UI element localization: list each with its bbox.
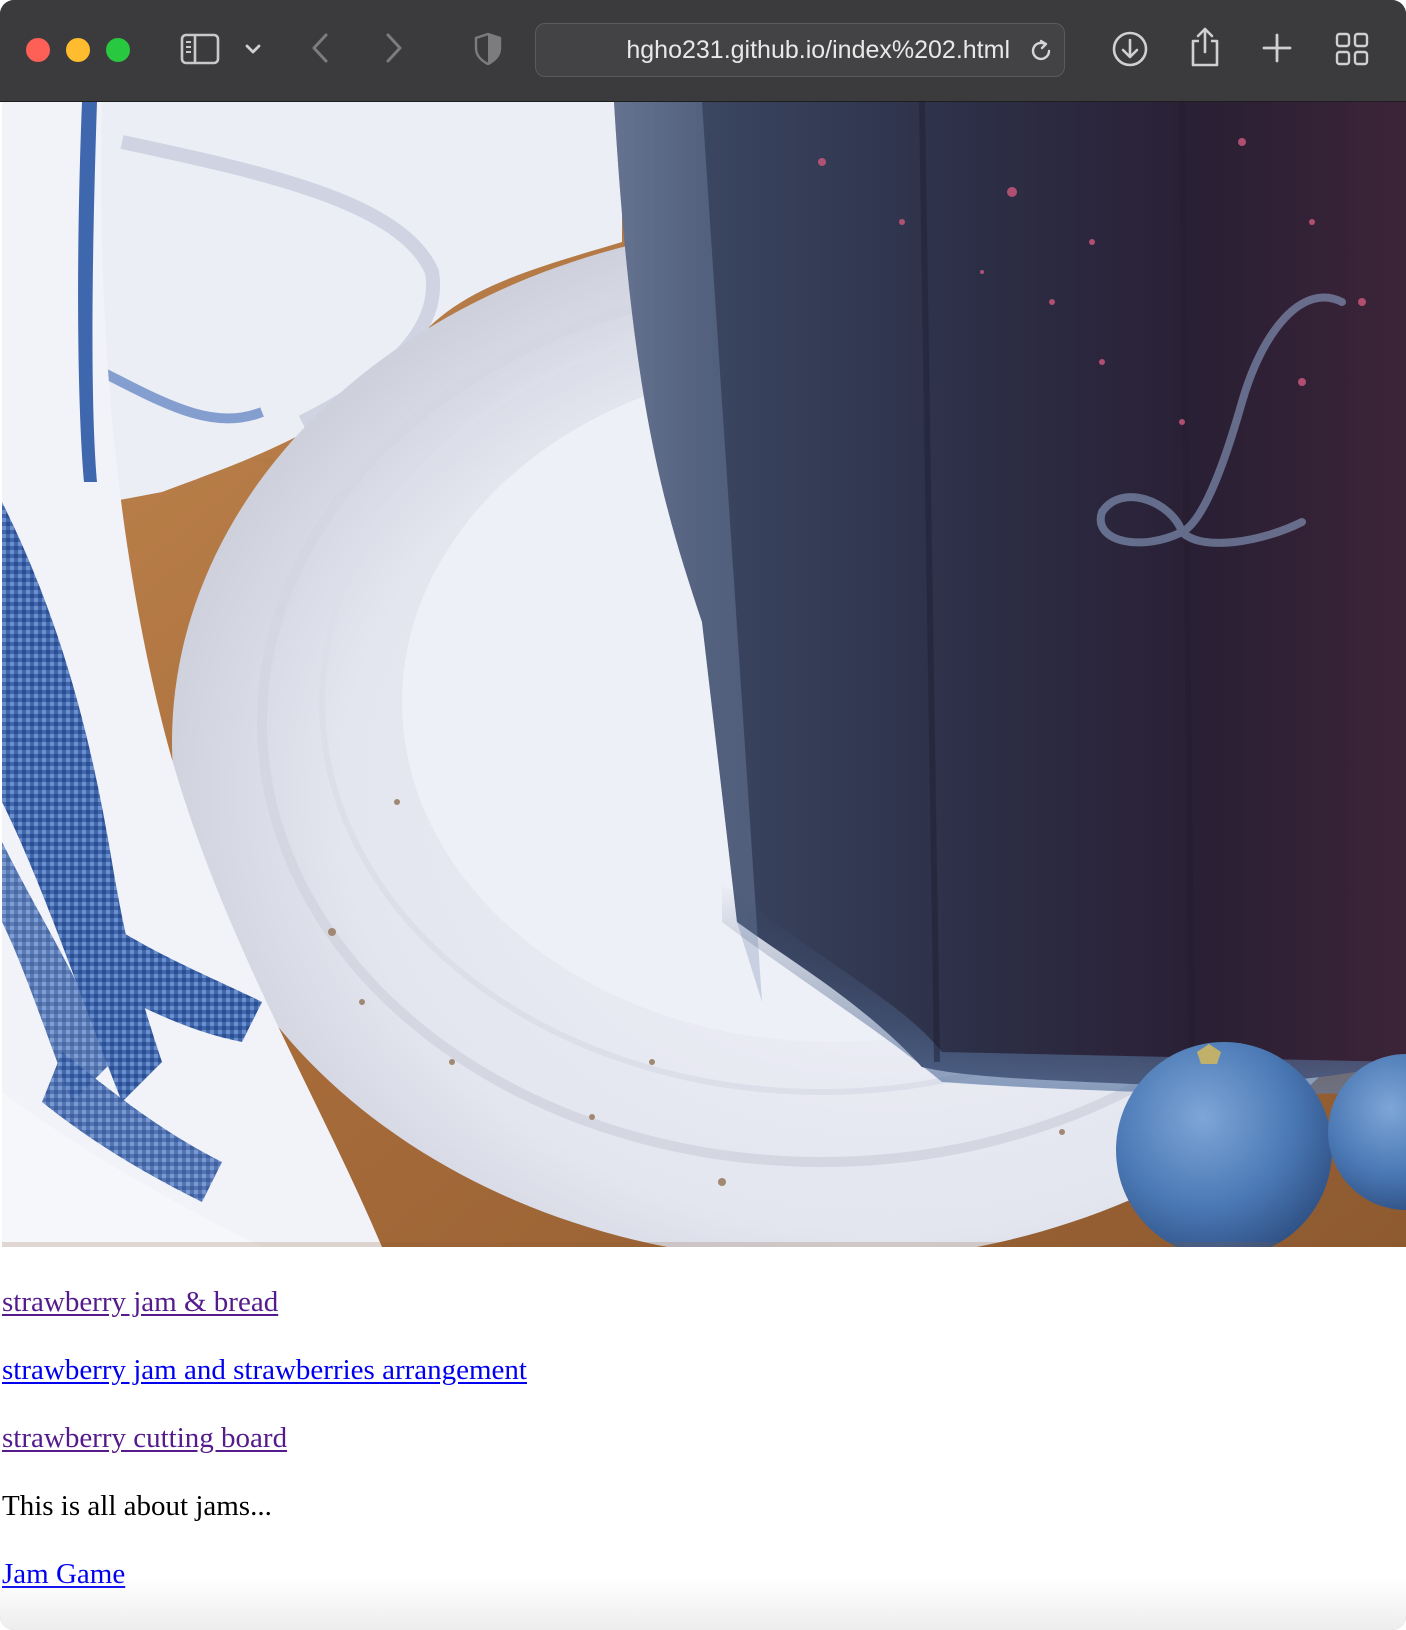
intro-paragraph: This is all about jams... [2, 1490, 272, 1522]
address-bar[interactable]: hgho231.github.io/index%202.html [535, 23, 1065, 77]
browser-window: hgho231.github.io/index%202.html strawbe… [0, 0, 1406, 1630]
window-bottom-shade [0, 1578, 1406, 1630]
shield-icon[interactable] [472, 31, 504, 67]
sidebar-icon[interactable] [180, 32, 220, 66]
forward-icon[interactable] [380, 30, 406, 66]
zoom-window-button[interactable] [106, 38, 130, 62]
link-strawberry-jam-bread[interactable]: strawberry jam & bread [2, 1285, 278, 1319]
link-jam-game[interactable]: Jam Game [2, 1557, 125, 1591]
chevron-down-icon[interactable] [244, 40, 262, 58]
link-strawberry-cutting-board[interactable]: strawberry cutting board [2, 1421, 287, 1455]
share-icon[interactable] [1188, 26, 1222, 68]
close-window-button[interactable] [26, 38, 50, 62]
reload-icon[interactable] [1028, 38, 1054, 64]
browser-toolbar: hgho231.github.io/index%202.html [0, 0, 1406, 102]
grid-icon[interactable] [1335, 32, 1369, 66]
download-icon[interactable] [1111, 30, 1149, 68]
link-strawberry-jam-arrangement[interactable]: strawberry jam and strawberries arrangem… [2, 1353, 527, 1387]
back-icon[interactable] [308, 30, 334, 66]
hero-image [2, 102, 1406, 1247]
minimize-window-button[interactable] [66, 38, 90, 62]
plus-icon[interactable] [1261, 32, 1293, 64]
url-text: hgho231.github.io/index%202.html [626, 36, 1010, 64]
page-content: strawberry jam & bread strawberry jam an… [0, 102, 1406, 1630]
